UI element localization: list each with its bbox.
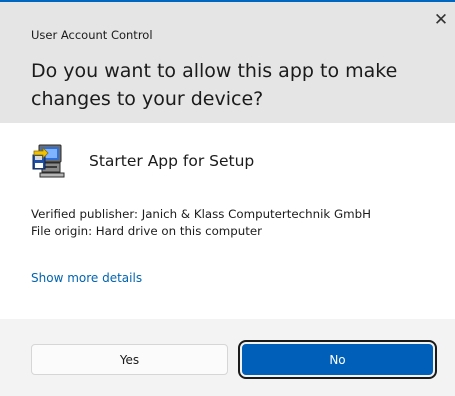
file-origin: File origin: Hard drive on this computer — [31, 224, 263, 238]
yes-button[interactable]: Yes — [31, 344, 228, 375]
close-icon: ✕ — [433, 9, 449, 30]
verified-publisher: Verified publisher: Janich & Klass Compu… — [31, 207, 371, 221]
dialog-header: User Account Control Do you want to allo… — [0, 2, 455, 123]
close-button[interactable]: ✕ — [429, 8, 453, 32]
uac-dialog: User Account Control Do you want to allo… — [0, 0, 455, 396]
setup-computer-icon — [32, 144, 65, 178]
show-more-details-link[interactable]: Show more details — [31, 271, 142, 285]
dialog-title: User Account Control — [31, 28, 153, 42]
app-info-row: Starter App for Setup — [31, 138, 254, 184]
publisher-info: Verified publisher: Janich & Klass Compu… — [31, 206, 371, 240]
consent-question: Do you want to allow this app to make ch… — [31, 60, 398, 110]
app-name: Starter App for Setup — [89, 152, 255, 170]
no-button[interactable]: No — [238, 340, 437, 379]
